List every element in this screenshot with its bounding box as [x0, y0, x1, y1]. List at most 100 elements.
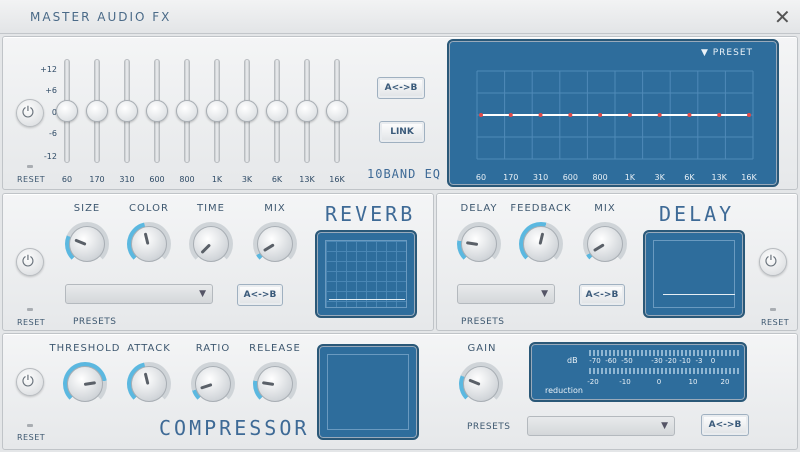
- eq-band-label: 800: [179, 175, 195, 184]
- delay-knob[interactable]: [583, 222, 627, 266]
- reverb-led: [27, 308, 33, 311]
- compressor-knob-label: RELEASE: [249, 343, 301, 354]
- reverb-knob-label: TIME: [196, 203, 225, 214]
- eq-curve-point[interactable]: [687, 113, 692, 117]
- compressor-presets-select[interactable]: ▼: [527, 416, 675, 436]
- eq-display-freq-label: 3K: [654, 173, 665, 182]
- compressor-knob[interactable]: [127, 362, 171, 406]
- eq-display-freq-label: 170: [503, 173, 519, 182]
- reverb-knob[interactable]: [189, 222, 233, 266]
- eq-band-label: 310: [119, 175, 135, 184]
- eq-scale-label: +6: [45, 86, 57, 95]
- compressor-ab-button[interactable]: A<->B: [701, 414, 749, 436]
- reverb-presets-select[interactable]: ▼: [65, 284, 213, 304]
- delay-panel: DELAY FEEDBACK MIX DELAY ⏻ RESET ▼ A<->B P…: [436, 193, 798, 331]
- eq-display-freq-label: 13K: [711, 173, 727, 182]
- meter-bottom-tick: 10: [688, 378, 698, 386]
- eq-slider-thumb[interactable]: [236, 100, 258, 122]
- compressor-presets-label: PRESETS: [467, 422, 511, 432]
- eq-scale-label: +12: [40, 65, 57, 74]
- delay-curve: [663, 294, 735, 295]
- delay-ab-button[interactable]: A<->B: [579, 284, 625, 306]
- app-window: MASTER AUDIO FX ✕ ⏻ RESET +12 +6 0 -6 -1…: [0, 0, 800, 452]
- eq-band-label: 600: [149, 175, 165, 184]
- delay-power-icon[interactable]: ⏻: [759, 248, 787, 276]
- eq-scale-label: -12: [43, 152, 57, 161]
- eq-curve-point[interactable]: [657, 113, 662, 117]
- meter-top-tick: 0: [710, 357, 716, 365]
- compressor-knob[interactable]: [191, 362, 235, 406]
- compressor-grid: [327, 354, 409, 430]
- eq-curve-point[interactable]: [568, 113, 573, 117]
- reverb-ab-button[interactable]: A<->B: [237, 284, 283, 306]
- compressor-power-icon[interactable]: ⏻: [16, 368, 44, 396]
- compressor-title: COMPRESSOR: [159, 416, 310, 440]
- eq-slider-thumb[interactable]: [116, 100, 138, 122]
- compressor-knob[interactable]: [253, 362, 297, 406]
- knob-cap: [587, 226, 623, 262]
- knob-cap: [69, 226, 105, 262]
- eq-slider-thumb[interactable]: [296, 100, 318, 122]
- eq-band-label: 60: [61, 175, 73, 184]
- eq-curve-point[interactable]: [627, 113, 632, 117]
- meter-bottom-tick: -20: [587, 378, 599, 386]
- delay-led: [770, 308, 776, 311]
- compressor-reset-label[interactable]: RESET: [17, 433, 45, 442]
- eq-reset-label[interactable]: RESET: [17, 175, 45, 184]
- eq-curve-point[interactable]: [717, 113, 722, 117]
- eq-curve-point[interactable]: [747, 113, 751, 117]
- eq-slider-thumb[interactable]: [146, 100, 168, 122]
- chevron-down-icon: ▼: [199, 289, 206, 299]
- eq-curve-graph: [476, 70, 754, 160]
- delay-knob[interactable]: [457, 222, 501, 266]
- eq-curve-point[interactable]: [598, 113, 603, 117]
- compressor-knob[interactable]: [63, 362, 107, 406]
- eq-slider-thumb[interactable]: [326, 100, 348, 122]
- delay-reset-label[interactable]: RESET: [761, 318, 789, 327]
- meter-reduction-label: reduction: [545, 386, 583, 395]
- chevron-down-icon: ▼: [541, 289, 548, 299]
- reverb-knob[interactable]: [127, 222, 171, 266]
- eq-slider-thumb[interactable]: [176, 100, 198, 122]
- eq-scale-label: -6: [49, 129, 57, 138]
- eq-curve-point[interactable]: [479, 113, 483, 117]
- delay-presets-select[interactable]: ▼: [457, 284, 555, 304]
- reverb-knob[interactable]: [65, 222, 109, 266]
- reverb-knob-label: SIZE: [73, 203, 101, 214]
- eq-slider-thumb[interactable]: [86, 100, 108, 122]
- eq-curve-point[interactable]: [538, 113, 543, 117]
- reverb-title: REVERB: [325, 202, 416, 226]
- eq-slider-thumb[interactable]: [206, 100, 228, 122]
- eq-slider-thumb[interactable]: [56, 100, 78, 122]
- close-icon[interactable]: ✕: [774, 5, 791, 29]
- meter-mid-bar: [589, 368, 739, 374]
- knob-cap: [195, 366, 231, 402]
- window-title: MASTER AUDIO FX: [30, 10, 172, 24]
- delay-presets-label: PRESETS: [461, 317, 505, 327]
- eq-link-button[interactable]: LINK: [379, 121, 425, 143]
- eq-band-label: 3K: [241, 175, 253, 184]
- reverb-curve: [329, 299, 405, 300]
- eq-display-freq-label: 310: [532, 173, 549, 182]
- eq-display-freq-label: 16K: [741, 173, 757, 182]
- delay-knob[interactable]: [519, 222, 563, 266]
- eq-curve-point[interactable]: [508, 113, 513, 117]
- reverb-grid: [325, 240, 407, 308]
- reverb-reset-label[interactable]: RESET: [17, 318, 45, 327]
- eq-panel: ⏻ RESET +12 +6 0 -6 -12 60 170 310 600 800 1K…: [2, 36, 798, 190]
- reverb-power-icon[interactable]: ⏻: [16, 248, 44, 276]
- delay-knob-label: MIX: [594, 203, 616, 214]
- eq-display-freq-label: 800: [592, 173, 608, 182]
- eq-title: 10BAND EQ: [367, 167, 442, 181]
- eq-slider-thumb[interactable]: [266, 100, 288, 122]
- reverb-knob[interactable]: [253, 222, 297, 266]
- reverb-knob-label: MIX: [264, 203, 286, 214]
- eq-display-freq-label: 1K: [624, 173, 636, 182]
- meter-db-label: dB: [567, 356, 578, 365]
- gain-knob[interactable]: [459, 362, 503, 406]
- eq-band-label: 13K: [299, 175, 315, 184]
- eq-ab-button[interactable]: A<->B: [377, 77, 425, 99]
- reverb-display: [315, 230, 417, 318]
- eq-band-label: 1K: [211, 175, 223, 184]
- reverb-knob-label: COLOR: [129, 203, 169, 214]
